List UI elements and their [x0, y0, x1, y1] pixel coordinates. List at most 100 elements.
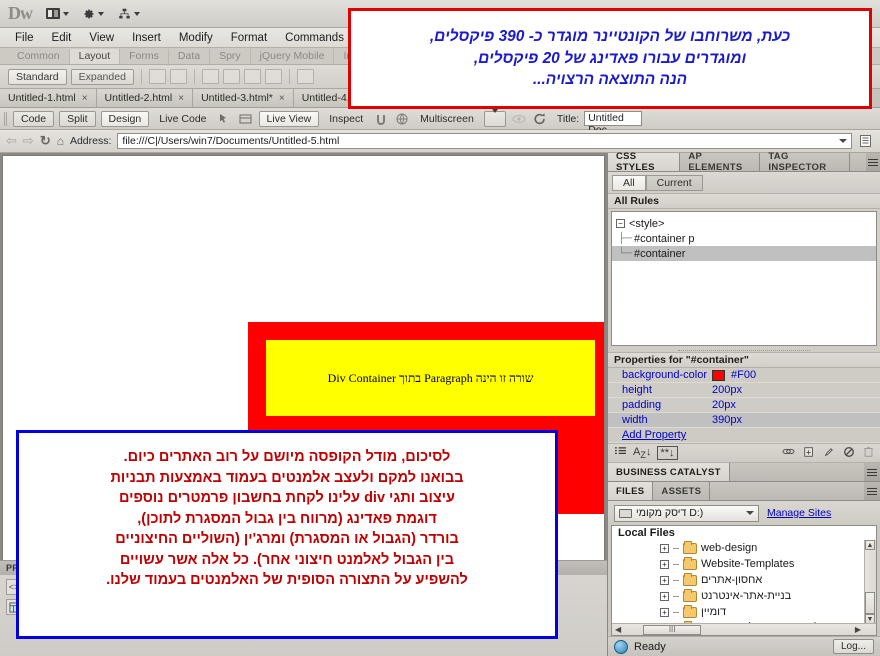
live-view-button[interactable]: Live View	[258, 110, 320, 127]
split-view-button[interactable]: Split	[59, 110, 96, 127]
panel-splitter[interactable]	[678, 350, 810, 351]
browser-list-icon[interactable]	[858, 134, 874, 148]
standard-mode-button[interactable]: Standard	[8, 68, 67, 85]
tab-css-styles[interactable]: CSS STYLES	[608, 151, 681, 173]
home-icon[interactable]: ⌂	[57, 134, 64, 148]
close-icon[interactable]: ×	[178, 93, 184, 104]
files-horizontal-scrollbar[interactable]: ◀ III ▶	[612, 623, 876, 635]
menu-format[interactable]: Format	[222, 30, 276, 46]
document-tab-1[interactable]: Untitled-1.html ×	[0, 89, 97, 107]
tab-files[interactable]: FILES	[608, 482, 654, 500]
live-view-options-icon[interactable]	[238, 112, 254, 126]
spry-accordion-icon[interactable]	[243, 69, 261, 84]
reload-icon[interactable]: ↻	[40, 133, 51, 149]
menu-commands[interactable]: Commands	[276, 30, 353, 46]
collapse-icon[interactable]: −	[616, 219, 625, 228]
expand-icon[interactable]: +	[660, 591, 669, 601]
menu-insert[interactable]: Insert	[123, 30, 170, 46]
design-view-button[interactable]: Design	[100, 110, 150, 127]
site-dropdown[interactable]: דיסק מקומי D:)	[614, 504, 759, 522]
insert-cat-spry[interactable]: Spry	[210, 49, 251, 64]
expand-icon[interactable]: +	[660, 607, 669, 617]
show-category-view-icon[interactable]	[614, 446, 627, 460]
spry-collapsible-panel-icon[interactable]	[264, 69, 282, 84]
back-icon[interactable]: ⇦	[6, 133, 17, 149]
address-input[interactable]: file:///C|/Users/win7/Documents/Untitled…	[117, 133, 852, 149]
document-tab-2[interactable]: Untitled-2.html ×	[96, 89, 194, 107]
tab-tag-inspector[interactable]: TAG INSPECTOR	[760, 151, 850, 173]
css-rule-style-block[interactable]: − <style>	[612, 216, 876, 231]
insert-cat-layout[interactable]: Layout	[69, 49, 121, 64]
file-row[interactable]: + web-design	[612, 540, 876, 556]
close-icon[interactable]: ×	[82, 93, 88, 104]
menu-edit[interactable]: Edit	[43, 30, 81, 46]
insert-cat-jquery-mobile[interactable]: jQuery Mobile	[251, 49, 335, 64]
show-only-set-properties-icon[interactable]: **↓	[657, 446, 678, 460]
show-list-view-icon[interactable]: AZ↓	[633, 446, 651, 460]
file-row[interactable]: + אחסון-אתרים	[612, 572, 876, 588]
forward-icon[interactable]: ⇨	[23, 133, 34, 149]
file-row[interactable]: + דומיין	[612, 604, 876, 620]
multiscreen-button[interactable]: Multiscreen	[415, 112, 479, 126]
tab-ap-elements[interactable]: AP ELEMENTS	[680, 151, 761, 173]
workspace-switcher-button[interactable]	[46, 8, 69, 19]
panel-options-menu-icon[interactable]	[866, 153, 880, 171]
spry-menu-bar-icon[interactable]	[201, 69, 219, 84]
menu-view[interactable]: View	[80, 30, 123, 46]
expand-icon[interactable]: +	[660, 559, 669, 569]
css-filter-all[interactable]: All	[612, 174, 646, 191]
browser-preview-icon[interactable]	[394, 112, 410, 126]
local-files-tree[interactable]: + web-design + Website-Templates + אחסון…	[611, 540, 877, 636]
panel-options-menu-icon[interactable]	[864, 482, 880, 500]
refresh-design-view-icon[interactable]	[532, 112, 548, 126]
new-css-rule-icon[interactable]	[803, 446, 815, 461]
inspect-button[interactable]: Inspect	[324, 112, 368, 126]
toolbar-grip[interactable]	[4, 111, 8, 126]
draw-ap-div-icon[interactable]	[169, 69, 187, 84]
document-title-input[interactable]: Untitled Doc	[584, 111, 643, 136]
css-rule-container-p[interactable]: ├─ #container p	[612, 231, 876, 246]
inspect-mode-icon[interactable]	[217, 112, 233, 126]
add-property-row[interactable]: Add Property	[608, 428, 880, 443]
disable-property-icon[interactable]	[843, 446, 855, 461]
expanded-mode-button[interactable]: Expanded	[70, 68, 134, 85]
document-tab-3[interactable]: Untitled-3.html* ×	[193, 89, 294, 107]
edit-rule-icon[interactable]	[823, 446, 835, 461]
scrollbar-thumb[interactable]: III	[643, 624, 702, 635]
delete-property-icon[interactable]	[863, 446, 874, 461]
visual-aids-icon[interactable]	[373, 112, 389, 126]
extend-dreamweaver-button[interactable]	[83, 8, 104, 20]
files-vertical-scrollbar[interactable]: ▲ ▼	[864, 540, 876, 624]
css-rules-list[interactable]: − <style> ├─ #container p └─ #container	[611, 211, 877, 346]
manage-sites-link[interactable]: Manage Sites	[767, 507, 831, 519]
file-row[interactable]: + בניית-אתר-אינטרנט	[612, 588, 876, 604]
scroll-right-icon[interactable]: ▶	[855, 625, 875, 634]
live-code-button[interactable]: Live Code	[154, 112, 211, 126]
visual-aids-eye-icon[interactable]	[511, 112, 527, 126]
property-row-height[interactable]: height 200px	[608, 383, 880, 398]
scroll-left-icon[interactable]: ◀	[613, 625, 621, 634]
code-view-button[interactable]: Code	[13, 110, 55, 127]
site-button[interactable]	[118, 8, 140, 20]
expand-icon[interactable]: +	[660, 543, 669, 553]
scrollbar-thumb[interactable]	[865, 592, 875, 614]
insert-div-tag-icon[interactable]	[148, 69, 166, 84]
property-row-background-color[interactable]: background-color #F00	[608, 368, 880, 383]
insert-fieldset-icon[interactable]	[296, 69, 314, 84]
insert-cat-forms[interactable]: Forms	[120, 49, 169, 64]
log-button[interactable]: Log...	[832, 639, 874, 654]
attach-style-sheet-icon[interactable]	[782, 446, 795, 460]
file-row[interactable]: + Website-Templates	[612, 556, 876, 572]
container-paragraph[interactable]: שורה זו הינה Paragraph בתוך Div Containe…	[266, 340, 595, 416]
close-icon[interactable]: ×	[279, 93, 285, 104]
menu-file[interactable]: File	[6, 30, 43, 46]
expand-icon[interactable]: +	[660, 575, 669, 585]
tab-assets[interactable]: ASSETS	[653, 482, 711, 500]
insert-cat-common[interactable]: Common	[8, 49, 70, 64]
multiscreen-dropdown[interactable]	[483, 108, 506, 127]
property-row-width[interactable]: width 390px	[608, 413, 880, 428]
spry-tabbed-panels-icon[interactable]	[222, 69, 240, 84]
add-property-link[interactable]: Add Property	[608, 429, 686, 441]
css-rule-container[interactable]: └─ #container	[612, 246, 876, 261]
tab-business-catalyst[interactable]: BUSINESS CATALYST	[608, 463, 730, 481]
